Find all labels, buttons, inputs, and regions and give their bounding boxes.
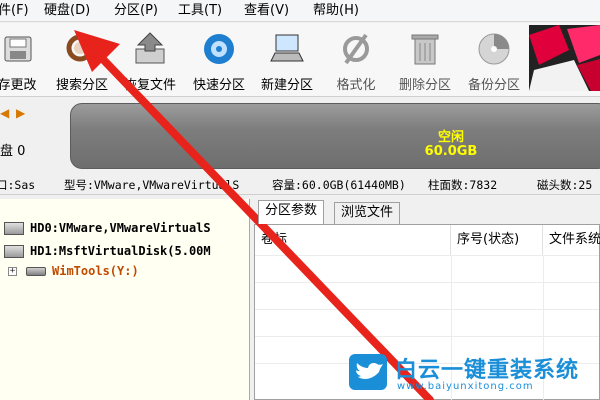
backup-partition-icon: [478, 33, 510, 65]
format-icon: [343, 33, 369, 65]
delete-partition-label: 删除分区: [398, 78, 451, 93]
recover-file-button[interactable]: 恢复文件: [115, 25, 185, 93]
search-partition-icon: [66, 34, 94, 62]
menu-file[interactable]: 件(F): [0, 3, 29, 19]
save-changes-label: 存更改: [0, 78, 37, 93]
column-header-volume-label[interactable]: 卷标: [255, 225, 451, 255]
column-header-file-system[interactable]: 文件系统: [543, 225, 600, 255]
format-label: 格式化: [336, 78, 376, 93]
tree-item-label: HD1:MsftVirtualDisk(5.00M: [30, 244, 211, 258]
menu-partition[interactable]: 分区(P): [114, 3, 158, 19]
disk-map-area: ◀ ▶ 盘 0 空闲 60.0GB: [0, 98, 600, 174]
info-cylinders: 柱面数:7832: [428, 178, 498, 192]
quick-partition-button[interactable]: 快速分区: [184, 25, 254, 93]
column-header-index-status[interactable]: 序号(状态): [451, 225, 543, 255]
quick-partition-label: 快速分区: [192, 78, 245, 93]
save-icon: [4, 36, 32, 62]
disk-info-line: 口:Sas 型号:VMware,VMwareVirtualS 容量:60.0GB…: [0, 175, 600, 195]
toolbar: 存更改 搜索分区 恢复文件 快速分区 新建分区 格式化 删除分区 备份分区: [0, 23, 600, 97]
grid-line: [255, 336, 599, 337]
disk-free-size: 60.0GB: [424, 144, 478, 159]
grid-line: [255, 282, 599, 283]
new-partition-label: 新建分区: [260, 78, 313, 93]
menu-tools[interactable]: 工具(T): [178, 3, 222, 19]
quick-partition-icon: [204, 34, 234, 64]
disk-label: 盘 0: [0, 144, 26, 159]
delete-partition-icon: [411, 34, 439, 65]
hard-disk-icon: [4, 245, 24, 258]
disk-free-label: 空闲: [437, 130, 464, 145]
watermark-title: 白云一键重装系统: [395, 358, 580, 383]
new-partition-icon: [270, 34, 304, 62]
prev-disk-arrow-icon[interactable]: ◀: [0, 106, 9, 120]
watermark: 白云一键重装系统 www.baiyunxitong.com: [345, 350, 600, 400]
ad-banner-graphic-icon: [529, 25, 600, 91]
tab-partition-params[interactable]: 分区参数: [258, 200, 325, 224]
tree-item-label: WimTools(Y:): [52, 264, 139, 278]
recover-file-icon: [135, 32, 165, 64]
format-button[interactable]: 格式化: [321, 25, 391, 93]
delete-partition-button[interactable]: 删除分区: [390, 25, 460, 93]
info-model: 型号:VMware,VMwareVirtualS: [64, 178, 240, 192]
menu-disk[interactable]: 硬盘(D): [44, 3, 90, 19]
info-interface: 口:Sas: [0, 178, 36, 192]
next-disk-arrow-icon[interactable]: ▶: [16, 106, 25, 120]
menu-help[interactable]: 帮助(H): [313, 3, 359, 19]
menu-bar: 件(F) 硬盘(D) 分区(P) 工具(T) 查看(V) 帮助(H): [0, 0, 600, 22]
bird-icon: [356, 363, 383, 379]
hard-disk-icon: [4, 222, 24, 235]
watermark-bird-logo: [349, 354, 387, 390]
backup-partition-button[interactable]: 备份分区: [459, 25, 529, 93]
info-capacity: 容量:60.0GB(61440MB): [272, 178, 406, 192]
backup-partition-label: 备份分区: [467, 78, 520, 93]
tree-item-label: HD0:VMware,VMwareVirtualS: [30, 221, 211, 235]
grid-line: [255, 255, 599, 256]
search-partition-button[interactable]: 搜索分区: [47, 25, 117, 93]
grid-line: [255, 309, 599, 310]
tree-item-hd1[interactable]: HD1:MsftVirtualDisk(5.00M: [0, 242, 249, 262]
tree-item-hd0[interactable]: HD0:VMware,VMwareVirtualS: [0, 219, 249, 239]
tab-browse-files[interactable]: 浏览文件: [334, 202, 401, 224]
info-heads: 磁头数:25: [537, 178, 593, 192]
menu-view[interactable]: 查看(V): [244, 3, 289, 19]
ad-banner[interactable]: [529, 25, 600, 91]
search-partition-label: 搜索分区: [55, 78, 108, 93]
save-changes-button[interactable]: 存更改: [0, 25, 52, 93]
drive-icon: [26, 267, 46, 276]
new-partition-button[interactable]: 新建分区: [252, 25, 322, 93]
expand-icon[interactable]: +: [8, 267, 17, 276]
disk-free-space-bar[interactable]: 空闲 60.0GB: [70, 103, 600, 169]
disk-tree: HD0:VMware,VMwareVirtualS HD1:MsftVirtua…: [0, 199, 250, 400]
watermark-url: www.baiyunxitong.com: [397, 381, 534, 392]
recover-file-label: 恢复文件: [123, 78, 176, 93]
tree-item-wimtools[interactable]: + WimTools(Y:): [0, 262, 249, 282]
